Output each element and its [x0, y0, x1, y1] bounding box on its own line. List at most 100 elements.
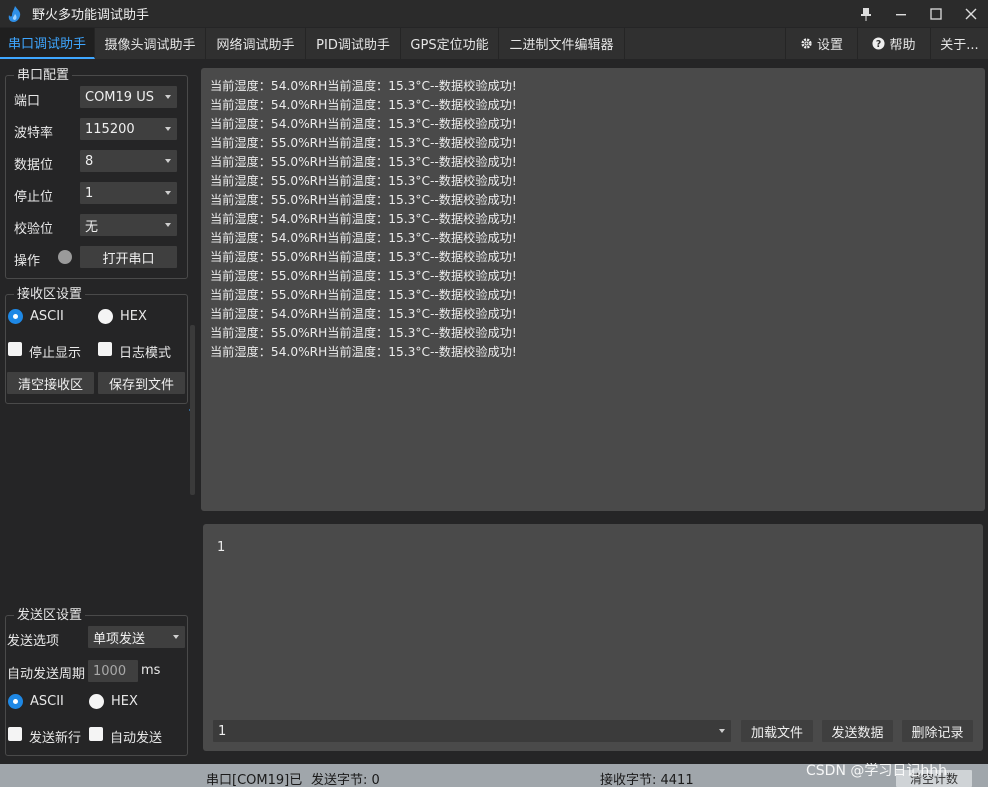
close-icon[interactable]: [953, 0, 988, 27]
recv-hex-radio[interactable]: [98, 309, 113, 324]
send-settings-title: 发送区设置: [14, 608, 86, 623]
receive-line: 当前湿度：54.0%RH当前温度：15.3°C--数据校验成功!: [210, 117, 517, 131]
send-newline-checkbox[interactable]: [8, 727, 22, 741]
tab-bar: 串口调试助手 摄像头调试助手 网络调试助手 PID调试助手 GPS定位功能 二进…: [0, 28, 988, 59]
databits-value: 8: [85, 153, 94, 169]
window-title: 野火多功能调试助手: [32, 8, 150, 23]
send-text-input[interactable]: 1: [217, 540, 225, 555]
help-label: 帮助: [889, 38, 916, 53]
receive-line: 当前湿度：55.0%RH当前温度：15.3°C--数据校验成功!: [210, 136, 517, 150]
recv-ascii-label: ASCII: [30, 309, 64, 324]
port-status-text: 串口[COM19]已: [206, 773, 303, 787]
send-hex-label: HEX: [111, 694, 138, 709]
watermark-text: CSDN @学习日记hhh: [806, 763, 947, 779]
receive-line: 当前湿度：55.0%RH当前温度：15.3°C--数据校验成功!: [210, 269, 517, 283]
parity-label: 校验位: [14, 222, 54, 237]
svg-text:?: ?: [876, 39, 881, 50]
load-file-button[interactable]: 加载文件: [741, 720, 813, 742]
port-label: 端口: [14, 94, 41, 109]
receive-settings-title: 接收区设置: [14, 287, 86, 302]
send-data-button[interactable]: 发送数据: [822, 720, 893, 742]
receive-line: 当前湿度：54.0%RH当前温度：15.3°C--数据校验成功!: [210, 79, 517, 93]
send-ascii-radio[interactable]: [8, 694, 23, 709]
send-option-select[interactable]: 单项发送: [88, 626, 185, 648]
delete-record-button[interactable]: 删除记录: [902, 720, 973, 742]
receive-line: 当前湿度：55.0%RH当前温度：15.3°C--数据校验成功!: [210, 155, 517, 169]
stopbits-value: 1: [85, 185, 94, 201]
port-status-led-icon: [58, 250, 72, 264]
databits-label: 数据位: [14, 158, 54, 173]
receive-line: 当前湿度：54.0%RH当前温度：15.3°C--数据校验成功!: [210, 98, 517, 112]
tab-serial-debug[interactable]: 串口调试助手: [0, 28, 95, 59]
receive-line: 当前湿度：55.0%RH当前温度：15.3°C--数据校验成功!: [210, 250, 517, 264]
send-option-value: 单项发送: [93, 631, 146, 647]
chevron-down-icon: [165, 223, 171, 227]
auto-send-period-label: 自动发送周期: [7, 667, 86, 682]
send-option-label: 发送选项: [7, 634, 60, 649]
status-bar: 串口[COM19]已 发送字节: 0 接收字节: 4411 清空计数 CSDN …: [0, 763, 988, 787]
receive-line: 当前湿度：54.0%RH当前温度：15.3°C--数据校验成功!: [210, 212, 517, 226]
chevron-down-icon: [165, 95, 171, 99]
chevron-down-icon: [165, 191, 171, 195]
auto-send-label: 自动发送: [110, 731, 163, 746]
receive-line: 当前湿度：54.0%RH当前温度：15.3°C--数据校验成功!: [210, 307, 517, 321]
send-ascii-label: ASCII: [30, 694, 64, 709]
receive-lines: 当前湿度：54.0%RH当前温度：15.3°C--数据校验成功! 当前湿度：54.…: [210, 77, 976, 362]
stopbits-select[interactable]: 1: [80, 182, 177, 204]
received-bytes-text: 接收字节: 4411: [600, 773, 694, 787]
maximize-icon[interactable]: [918, 0, 953, 27]
send-history-select[interactable]: 1: [213, 720, 731, 742]
tab-gps[interactable]: GPS定位功能: [401, 28, 499, 59]
send-hex-radio[interactable]: [89, 694, 104, 709]
about-button[interactable]: 关于...: [930, 28, 988, 59]
chevron-down-icon: [719, 729, 725, 733]
send-newline-label: 发送新行: [29, 731, 82, 746]
receive-line: 当前湿度：54.0%RH当前温度：15.3°C--数据校验成功!: [210, 231, 517, 245]
tab-binary-editor[interactable]: 二进制文件编辑器: [499, 28, 625, 59]
tab-network-debug[interactable]: 网络调试助手: [206, 28, 306, 59]
parity-select[interactable]: 无: [80, 214, 177, 236]
baud-select[interactable]: 115200: [80, 118, 177, 140]
baud-value: 115200: [85, 121, 135, 137]
help-button[interactable]: ? 帮助: [857, 28, 930, 59]
title-bar: 野火多功能调试助手: [0, 0, 988, 27]
serial-config-title: 串口配置: [14, 68, 73, 83]
chevron-down-icon: [165, 159, 171, 163]
settings-button[interactable]: 设置: [785, 28, 857, 59]
stop-display-checkbox[interactable]: [8, 342, 22, 356]
settings-label: 设置: [816, 38, 843, 53]
log-mode-checkbox[interactable]: [98, 342, 112, 356]
chevron-down-icon: [173, 635, 179, 639]
clear-receive-button[interactable]: 清空接收区: [7, 372, 94, 394]
period-unit-label: ms: [141, 663, 161, 678]
gear-icon: [801, 38, 812, 49]
auto-send-checkbox[interactable]: [89, 727, 103, 741]
databits-select[interactable]: 8: [80, 150, 177, 172]
tab-camera-debug[interactable]: 摄像头调试助手: [95, 28, 206, 59]
recv-ascii-radio[interactable]: [8, 309, 23, 324]
receive-line: 当前湿度：55.0%RH当前温度：15.3°C--数据校验成功!: [210, 174, 517, 188]
auto-send-period-input[interactable]: 1000: [88, 660, 138, 682]
receive-text-area[interactable]: 当前湿度：54.0%RH当前温度：15.3°C--数据校验成功! 当前湿度：54.…: [201, 68, 985, 511]
receive-line: 当前湿度：55.0%RH当前温度：15.3°C--数据校验成功!: [210, 193, 517, 207]
port-select[interactable]: COM19 US: [80, 86, 177, 108]
tab-pid-debug[interactable]: PID调试助手: [306, 28, 401, 59]
chevron-down-icon: [165, 127, 171, 131]
pin-icon[interactable]: [848, 0, 883, 27]
open-port-button[interactable]: 打开串口: [80, 246, 177, 268]
save-to-file-button[interactable]: 保存到文件: [98, 372, 185, 394]
receive-line: 当前湿度：54.0%RH当前温度：15.3°C--数据校验成功!: [210, 345, 517, 359]
recv-hex-label: HEX: [120, 309, 147, 324]
minimize-icon[interactable]: [883, 0, 918, 27]
stopbits-label: 停止位: [14, 190, 54, 205]
send-panel: 1 1 加载文件 发送数据 删除记录: [203, 524, 983, 751]
parity-value: 无: [85, 219, 99, 235]
operation-label: 操作: [14, 254, 41, 269]
help-icon: ?: [872, 37, 886, 50]
stop-display-label: 停止显示: [29, 346, 82, 361]
log-mode-label: 日志模式: [119, 346, 172, 361]
left-panel-scrollbar[interactable]: [190, 325, 195, 495]
receive-line: 当前湿度：55.0%RH当前温度：15.3°C--数据校验成功!: [210, 288, 517, 302]
sent-bytes-text: 发送字节: 0: [311, 773, 380, 787]
flame-logo-icon: [8, 5, 21, 22]
